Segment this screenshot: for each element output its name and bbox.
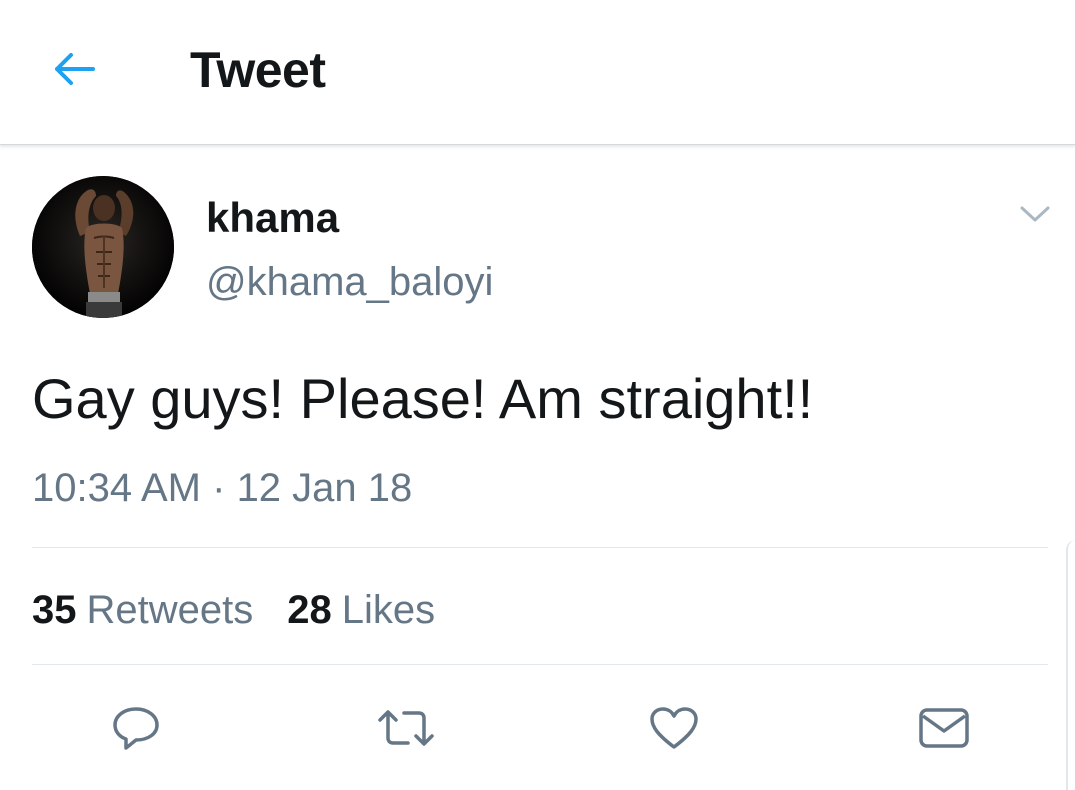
- divider: [32, 664, 1048, 665]
- divider: [32, 547, 1048, 548]
- likes-count: 28: [287, 588, 332, 632]
- arrow-left-icon: [49, 49, 97, 94]
- top-app-bar: Tweet: [0, 0, 1075, 145]
- tweet-stats: 35 Retweets 28 Likes: [32, 584, 469, 636]
- direct-message-icon: [917, 706, 971, 755]
- tweet-options-button[interactable]: [1012, 196, 1058, 236]
- author-display-name[interactable]: khama: [206, 192, 339, 244]
- timestamp-separator: ·: [201, 466, 237, 510]
- chevron-down-icon: [1019, 204, 1051, 229]
- reply-button[interactable]: [104, 700, 168, 760]
- tweet-time: 10:34 AM: [32, 466, 202, 510]
- retweets-stat[interactable]: 35 Retweets: [32, 584, 253, 636]
- tweet-text: Gay guys! Please! Am straight!!: [32, 367, 814, 430]
- like-button[interactable]: [642, 700, 706, 760]
- retweet-icon: [376, 706, 436, 755]
- scroll-edge: [1066, 540, 1075, 790]
- back-button[interactable]: [38, 40, 108, 102]
- retweets-count: 35: [32, 588, 77, 632]
- likes-stat[interactable]: 28 Likes: [287, 584, 435, 636]
- page-title: Tweet: [190, 42, 326, 98]
- retweets-label: Retweets: [86, 588, 254, 632]
- retweet-button[interactable]: [374, 700, 438, 760]
- tweet-date: 12 Jan 18: [236, 466, 413, 510]
- tweet-timestamp: 10:34 AM · 12 Jan 18: [32, 462, 412, 514]
- likes-label: Likes: [341, 588, 436, 632]
- author-handle[interactable]: @khama_baloyi: [206, 256, 493, 308]
- like-heart-icon: [648, 705, 700, 756]
- reply-icon: [110, 704, 162, 757]
- direct-message-button[interactable]: [912, 700, 976, 760]
- avatar[interactable]: [32, 176, 174, 318]
